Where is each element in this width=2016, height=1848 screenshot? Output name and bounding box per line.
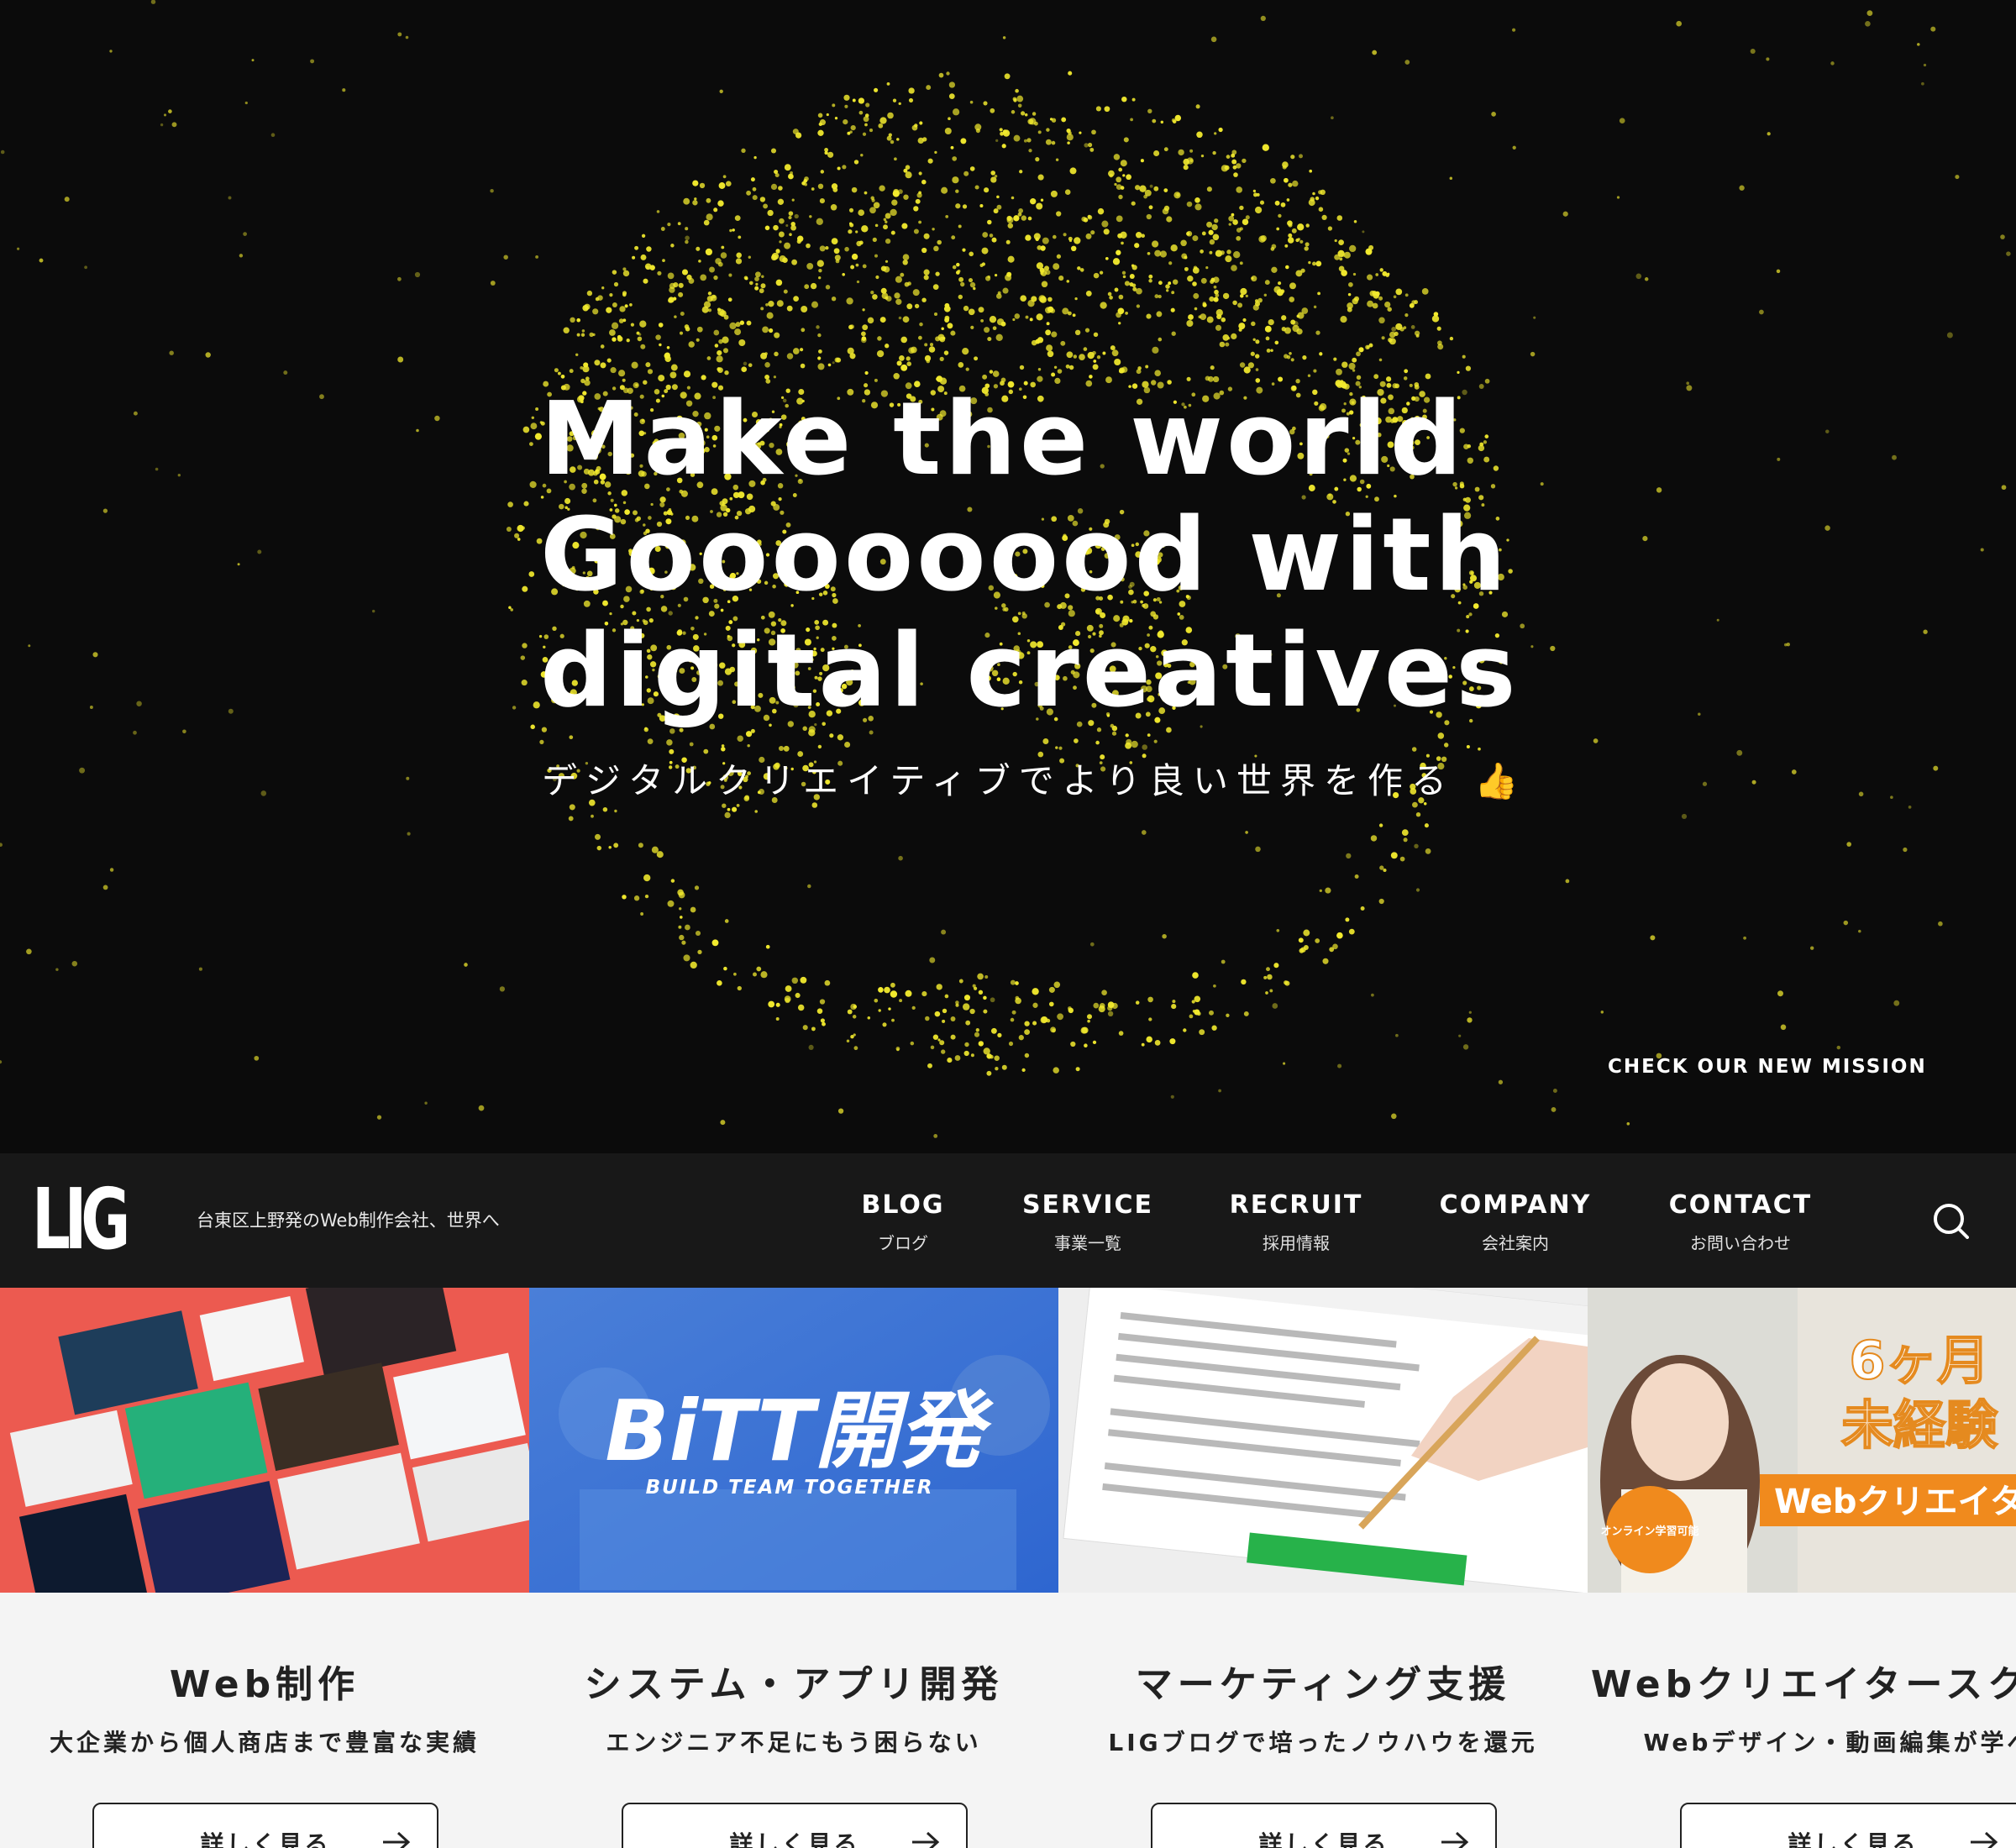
card-description: LIGブログで培ったノウハウを還元: [1108, 1729, 1538, 1756]
bitt-logo-text: BiTT開発: [605, 1382, 994, 1480]
nav-label: SERVICE: [1021, 1190, 1154, 1220]
headline-line-1: Make the world: [540, 381, 1466, 498]
service-card-system[interactable]: BiTT開発 BUILD TEAM TOGETHER システム・アプリ開発 エン…: [529, 1288, 1059, 1848]
inexperienced-text: 未経験: [1841, 1394, 1998, 1456]
arrow-right-icon: [1971, 1831, 1998, 1848]
details-button[interactable]: 詳しく見る: [1151, 1803, 1497, 1848]
service-card-web[interactable]: Web制作 大企業から個人商店まで豊富な実績 詳しく見る: [0, 1288, 530, 1848]
web-creator-text: Webクリエイター: [1774, 1483, 2016, 1521]
bitt-image: BiTT開発 BUILD TEAM TOGETHER: [529, 1288, 1058, 1593]
arrow-right-icon: [1441, 1831, 1469, 1848]
headline-line-3: digital creatives: [540, 613, 1520, 730]
nav-label: BLOG: [861, 1190, 945, 1220]
check-mission-link[interactable]: CHECK OUR NEW MISSION: [1608, 1056, 1927, 1078]
card-title: システム・アプリ開発: [584, 1663, 1004, 1706]
nav-label: CONTACT: [1668, 1190, 1813, 1220]
headline-line-2: Goooooood with: [540, 497, 1510, 614]
nav-label: RECRUIT: [1229, 1190, 1363, 1220]
nav-item-contact[interactable]: CONTACT お問い合わせ: [1669, 1190, 1812, 1254]
nav-item-service[interactable]: SERVICE 事業一覧: [1022, 1190, 1153, 1254]
six-months-text: 6ヶ月: [1849, 1330, 1989, 1391]
card-title: Web制作: [169, 1663, 360, 1706]
details-button[interactable]: 詳しく見る: [1680, 1803, 2016, 1848]
hero-section: Make the world Goooooood with digital cr…: [0, 0, 2016, 1153]
card-description: 大企業から個人商店まで豊富な実績: [49, 1729, 480, 1756]
school-image: 6ヶ月 未経験 Webクリエイター オンライン学習可能: [1588, 1288, 2016, 1593]
card-description: エンジニア不足にもう困らない: [606, 1729, 982, 1756]
nav-sublabel: ブログ: [877, 1233, 928, 1253]
marketing-image: [1058, 1288, 1588, 1593]
arrow-right-icon: [383, 1831, 411, 1848]
nav-item-blog[interactable]: BLOG ブログ: [861, 1190, 944, 1254]
nav-item-company[interactable]: COMPANY 会社案内: [1440, 1190, 1592, 1254]
nav-sublabel: お問い合わせ: [1690, 1233, 1791, 1253]
services-section: Web制作 大企業から個人商店まで豊富な実績 詳しく見る BiTT開発 BUIL…: [0, 1288, 2016, 1848]
header-tagline: 台東区上野発のWeb制作会社、世界へ: [197, 1210, 500, 1231]
arrow-right-icon: [912, 1831, 940, 1848]
web-portfolio-image: [0, 1288, 529, 1593]
nav-sublabel: 会社案内: [1482, 1233, 1549, 1253]
lig-logo[interactable]: LIG: [32, 1178, 130, 1262]
details-button[interactable]: 詳しく見る: [622, 1803, 968, 1848]
bitt-tagline: BUILD TEAM TOGETHER: [646, 1477, 934, 1499]
site-header: LIG 台東区上野発のWeb制作会社、世界へ BLOG ブログ SERVICE …: [0, 1153, 2016, 1288]
details-button[interactable]: 詳しく見る: [92, 1803, 438, 1848]
service-card-school[interactable]: 6ヶ月 未経験 Webクリエイター オンライン学習可能 Webクリエイタースクー…: [1588, 1288, 2016, 1848]
nav-sublabel: 採用情報: [1262, 1233, 1330, 1253]
card-title: Webクリエイタースクール: [1590, 1663, 2016, 1706]
card-description: Webデザイン・動画編集が学べる: [1643, 1729, 2016, 1756]
online-badge: オンライン学習可能: [1600, 1525, 1698, 1538]
hero-headline: Make the world Goooooood with digital cr…: [540, 382, 1520, 730]
service-card-marketing[interactable]: マーケティング支援 LIGブログで培ったノウハウを還元 詳しく見る: [1058, 1288, 1588, 1848]
nav-item-recruit[interactable]: RECRUIT 採用情報: [1230, 1190, 1363, 1254]
button-label: 詳しく見る: [1788, 1830, 1919, 1848]
hero-subcopy: デジタルクリエイティブでより良い世界を作る 👍: [542, 760, 1527, 801]
nav-label: COMPANY: [1439, 1190, 1592, 1220]
nav-sublabel: 事業一覧: [1054, 1233, 1121, 1253]
search-icon[interactable]: [1932, 1202, 1969, 1239]
card-title: マーケティング支援: [1135, 1663, 1511, 1706]
